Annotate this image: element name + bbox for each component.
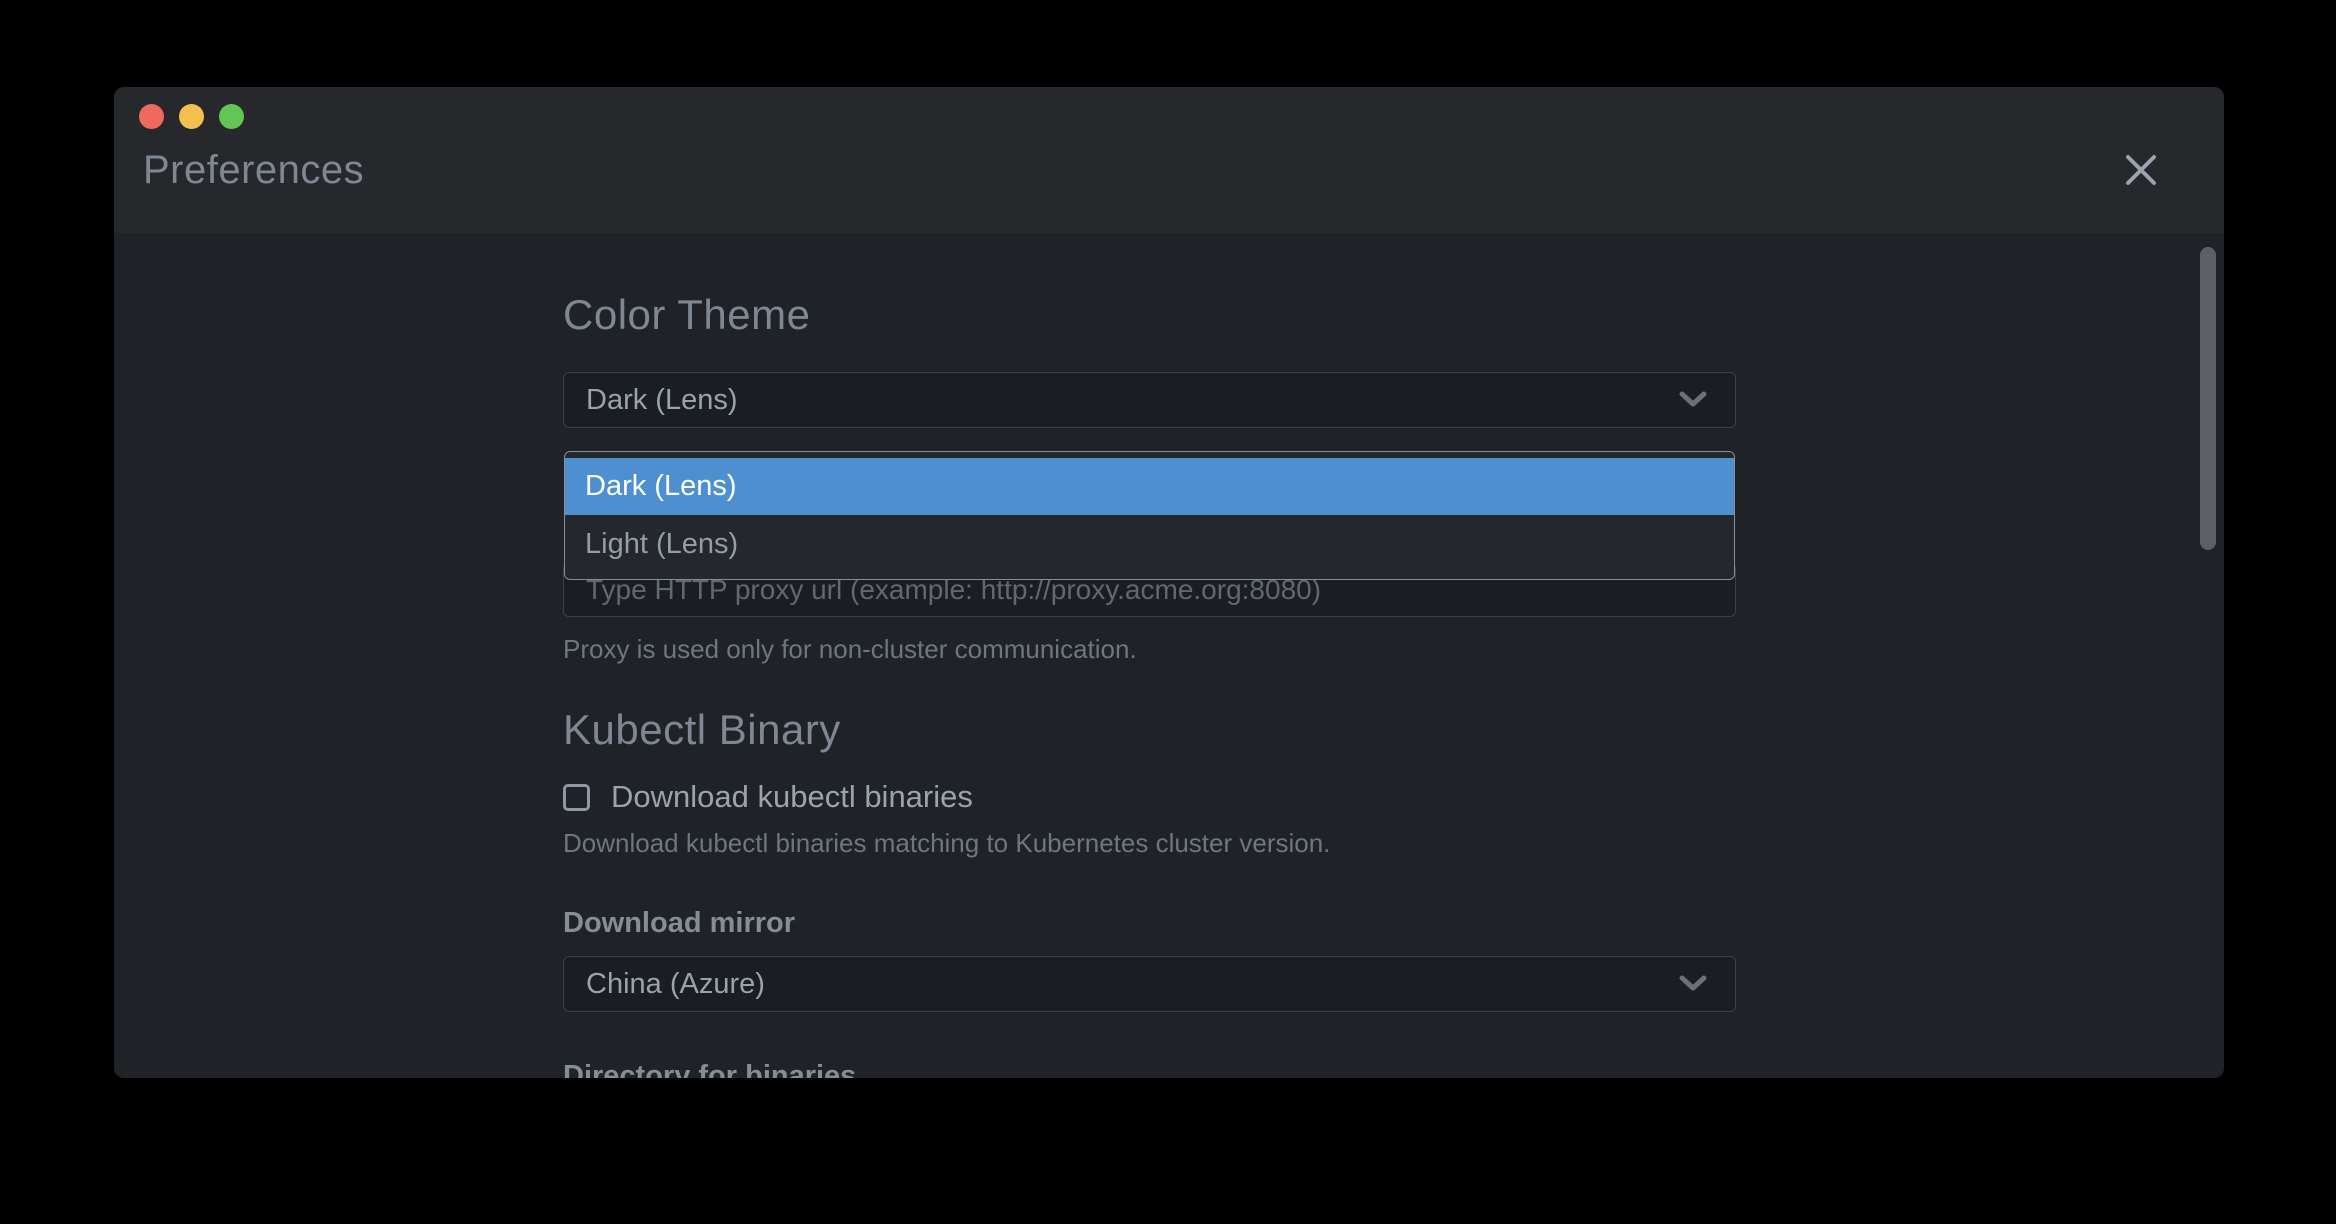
traffic-lights <box>139 104 244 129</box>
section-heading-color-theme: Color Theme <box>563 289 1736 341</box>
kubectl-help-text: Download kubectl binaries matching to Ku… <box>563 830 1736 857</box>
section-heading-kubectl-binary: Kubectl Binary <box>563 704 1736 756</box>
settings-column: Color Theme Dark (Lens) Proxy is used on… <box>563 289 1736 1078</box>
color-theme-select-value: Dark (Lens) <box>586 384 738 417</box>
dropdown-option-dark-lens[interactable]: Dark (Lens) <box>565 458 1734 515</box>
chevron-down-icon <box>1679 391 1707 409</box>
zoom-traffic-light-icon[interactable] <box>219 104 244 129</box>
color-theme-select[interactable]: Dark (Lens) <box>563 372 1736 428</box>
preferences-content: Color Theme Dark (Lens) Proxy is used on… <box>114 233 2224 1078</box>
preferences-window: Preferences Color Theme Dark (Lens) <box>114 87 2224 1078</box>
color-theme-dropdown-menu: Dark (Lens) Light (Lens) <box>564 451 1735 580</box>
close-button[interactable] <box>2120 149 2162 191</box>
close-icon <box>2120 149 2162 191</box>
proxy-help-text: Proxy is used only for non-cluster commu… <box>563 636 1736 663</box>
download-kubectl-checkbox-label: Download kubectl binaries <box>611 779 973 815</box>
page-title: Preferences <box>143 148 364 193</box>
dropdown-option-light-lens[interactable]: Light (Lens) <box>565 515 1734 574</box>
download-mirror-select-value: China (Azure) <box>586 968 765 1001</box>
chevron-down-icon <box>1679 975 1707 993</box>
download-mirror-label: Download mirror <box>563 909 1736 937</box>
download-mirror-select[interactable]: China (Azure) <box>563 956 1736 1012</box>
download-kubectl-checkbox[interactable]: Download kubectl binaries <box>563 782 1736 812</box>
scrollbar-thumb[interactable] <box>2200 247 2216 550</box>
checkbox-unchecked-icon <box>563 784 590 811</box>
close-traffic-light-icon[interactable] <box>139 104 164 129</box>
desktop-background: Preferences Color Theme Dark (Lens) <box>0 0 2336 1224</box>
minimize-traffic-light-icon[interactable] <box>179 104 204 129</box>
title-row: Preferences <box>143 145 2184 195</box>
directory-for-binaries-label: Directory for binaries <box>563 1062 1736 1078</box>
window-titlebar: Preferences <box>114 87 2224 233</box>
